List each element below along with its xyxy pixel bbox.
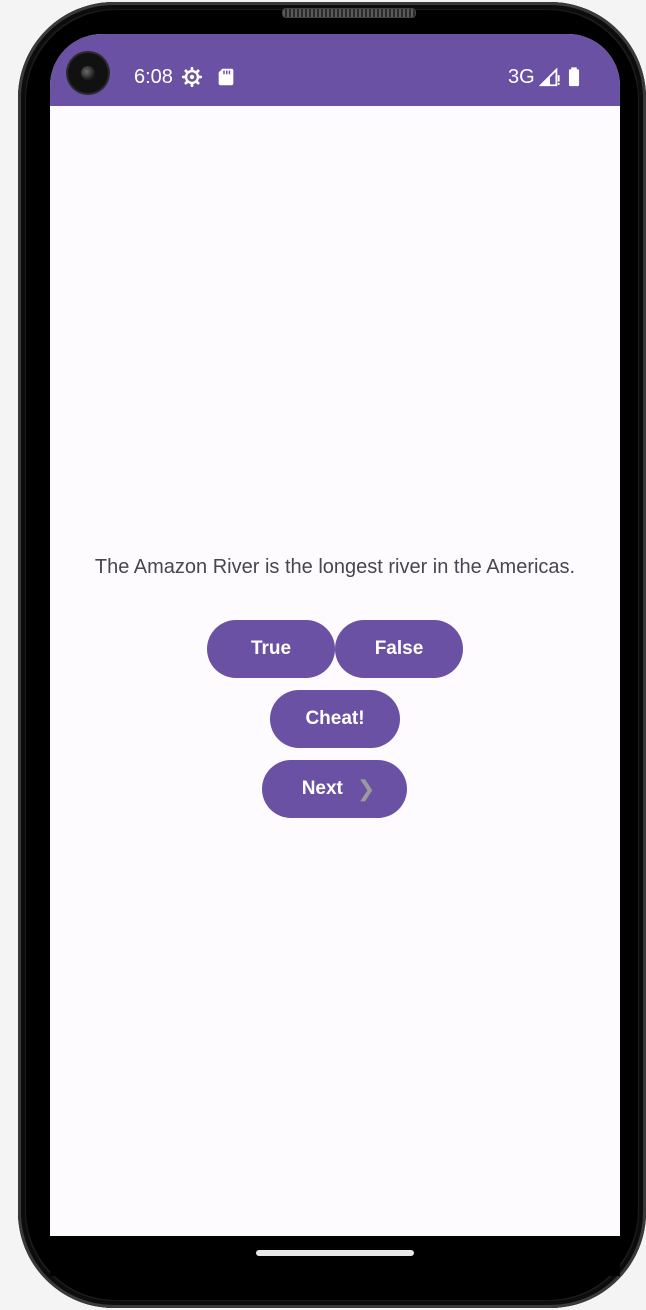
battery-icon [568, 67, 580, 87]
app-screen: 6:08 3G The Amazon River is the longest … [50, 34, 620, 1236]
status-time: 6:08 [134, 66, 173, 88]
gear-icon [181, 66, 203, 88]
earpiece-speaker [282, 8, 416, 18]
home-gesture-handle[interactable] [256, 1250, 414, 1256]
false-button-label: False [374, 638, 424, 659]
cheat-button-label: Cheat! [305, 708, 365, 729]
true-button-label: True [250, 638, 292, 659]
next-button[interactable]: Next ❯ [262, 760, 407, 818]
true-button[interactable]: True [207, 620, 335, 678]
front-camera [68, 53, 108, 93]
navigation-bar [50, 1236, 620, 1276]
cheat-button[interactable]: Cheat! [270, 690, 400, 748]
network-type-label: 3G [508, 66, 535, 88]
chevron-right-icon: ❯ [356, 776, 376, 801]
false-button[interactable]: False [335, 620, 463, 678]
question-text: The Amazon River is the longest river in… [94, 556, 576, 578]
status-bar: 6:08 3G [50, 34, 620, 106]
next-button-label: Next [301, 778, 343, 799]
signal-icon [539, 67, 560, 87]
sd-card-icon [218, 68, 234, 86]
